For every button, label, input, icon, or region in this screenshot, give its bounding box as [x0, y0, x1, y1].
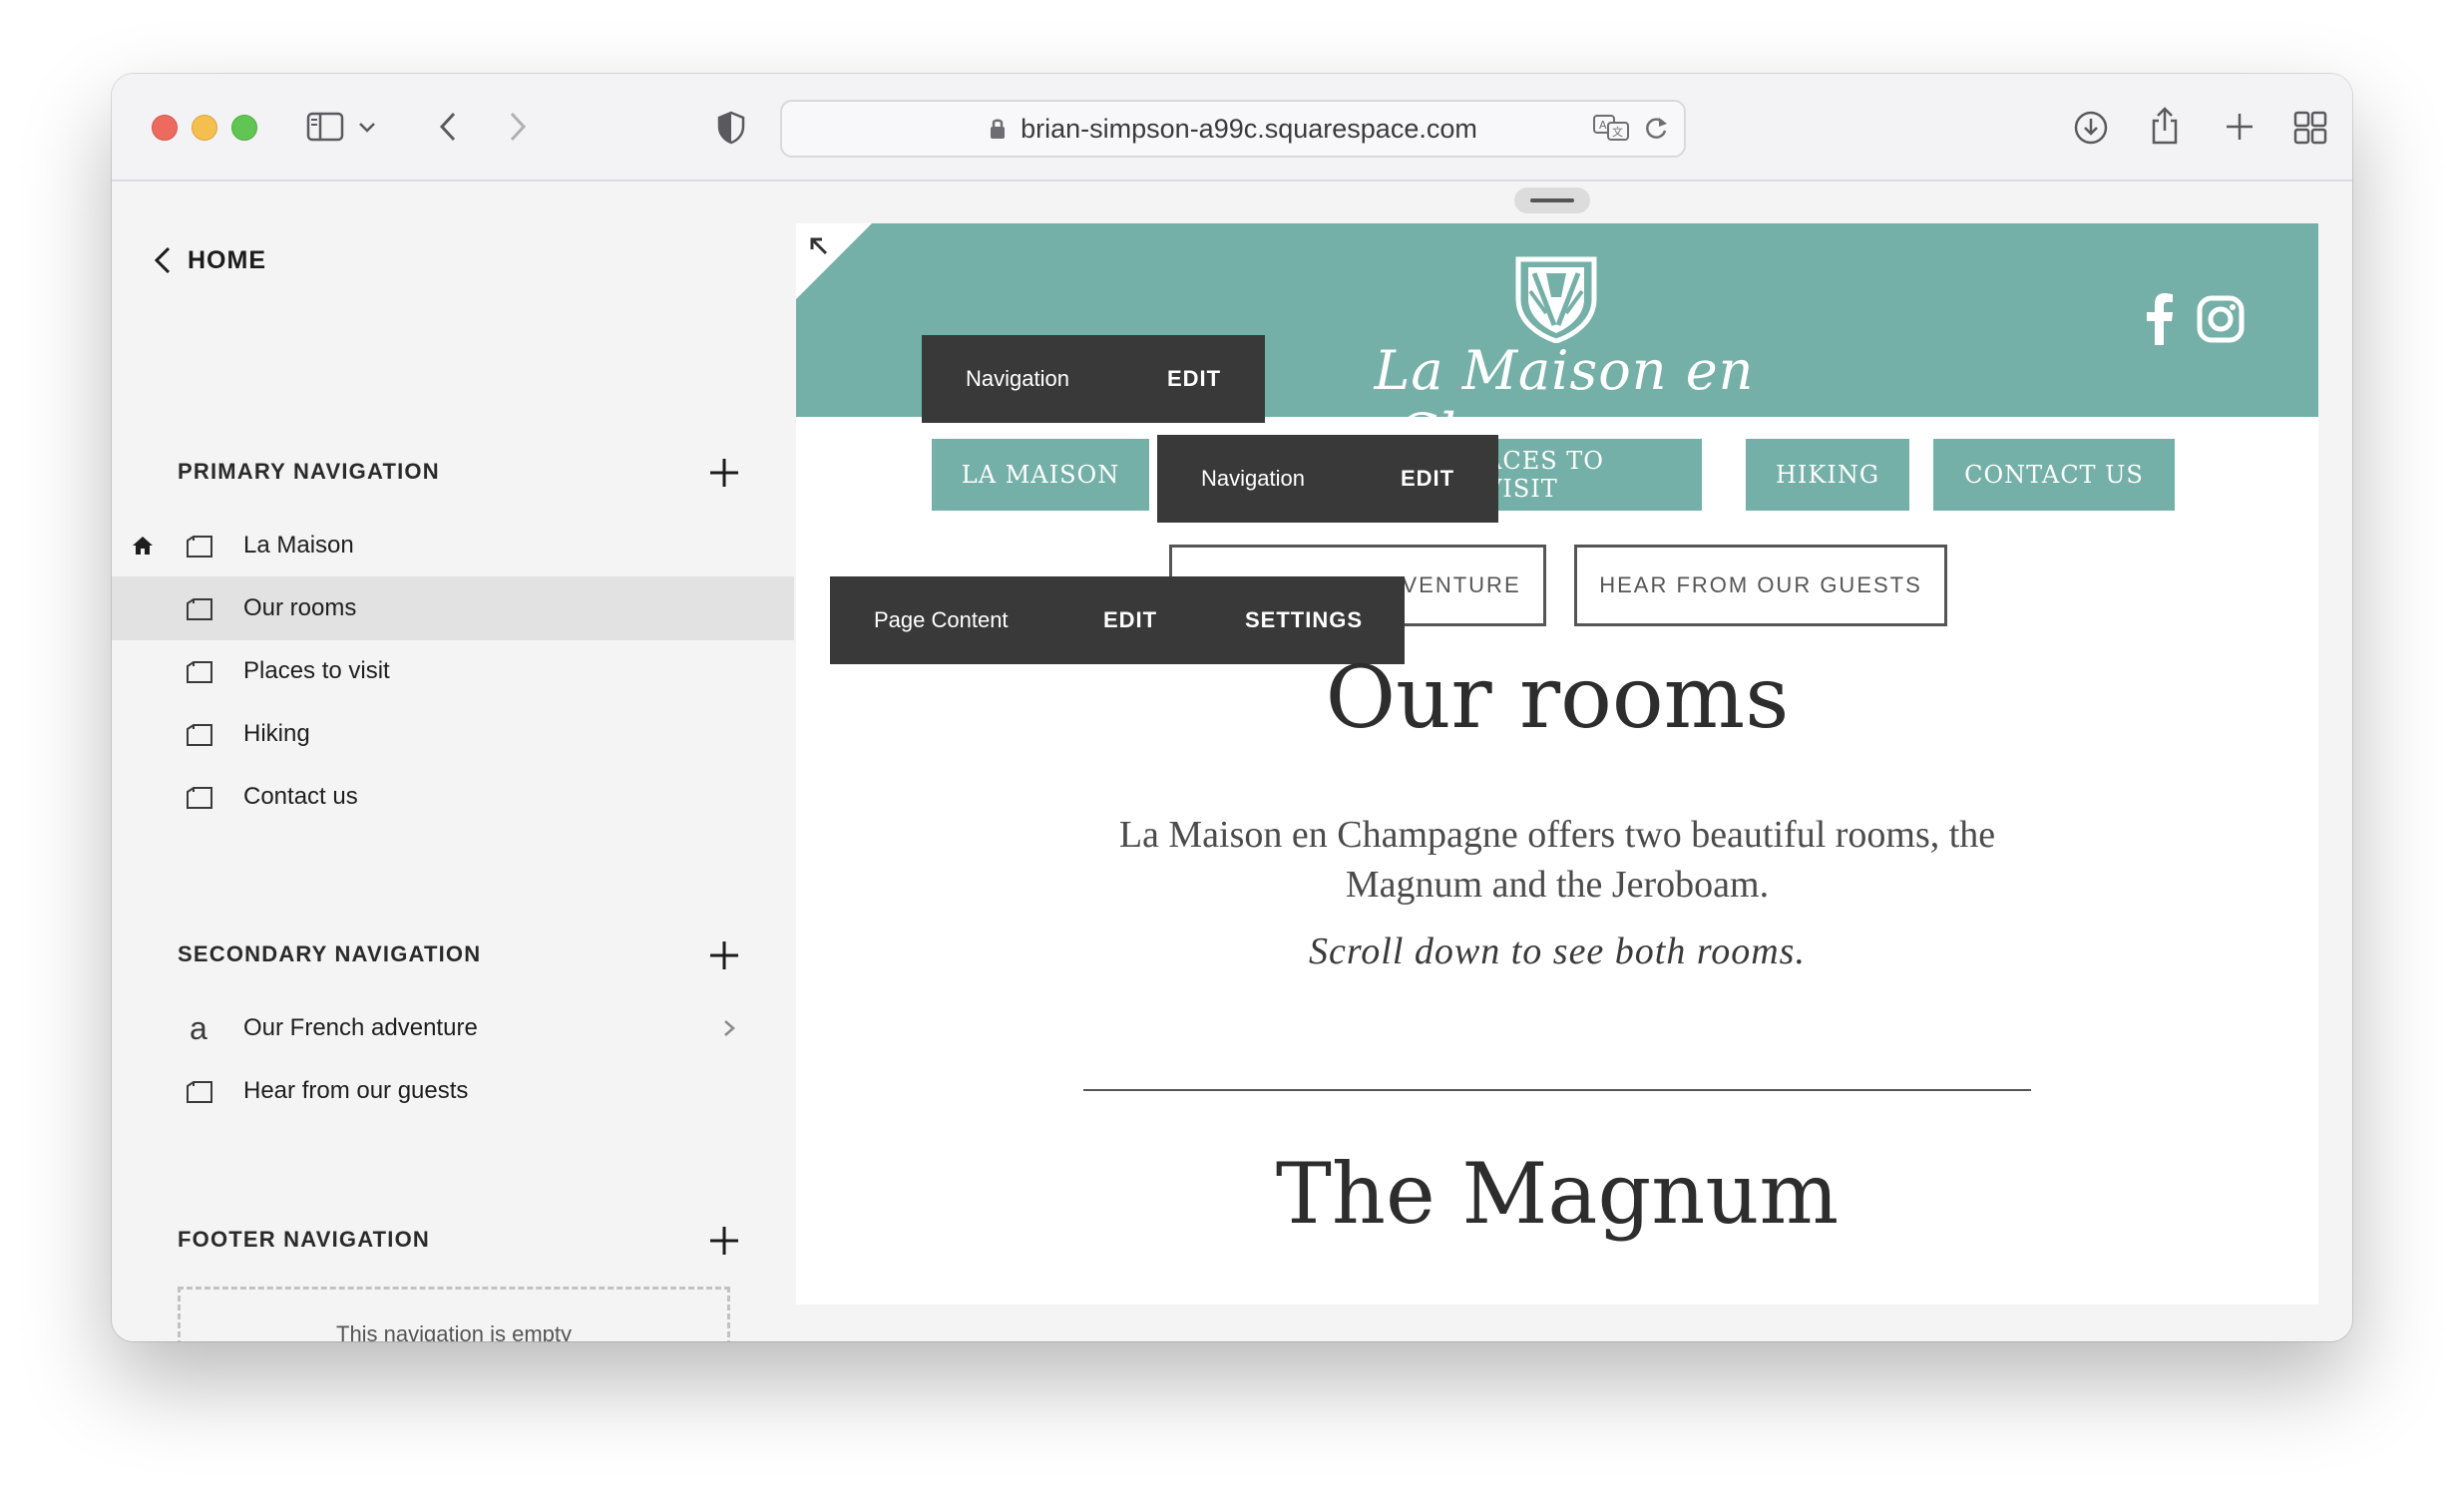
sidebar-item-label: Hiking [243, 720, 310, 747]
plus-icon [710, 459, 738, 487]
page-content-edit-button[interactable]: EDIT [1103, 607, 1157, 633]
sidebar-item-la-maison[interactable]: La Maison [112, 514, 794, 577]
menu-places-label: ACES TO VISIT [1484, 447, 1604, 503]
footer-navigation-title: FOOTER NAVIGATION [178, 1227, 431, 1252]
overlay-label: Page Content [874, 607, 1009, 632]
menu-places-to-visit[interactable]: ACES TO VISIT [1484, 439, 1702, 511]
home-label: HOME [188, 245, 266, 274]
instagram-icon[interactable] [2197, 295, 2245, 343]
sidebar-item-hiking[interactable]: Hiking [112, 702, 794, 766]
overlay-label: Navigation [1201, 466, 1305, 491]
sidebar-item-label: Our French adventure [243, 1014, 478, 1041]
sidebar-item-label: La Maison [243, 532, 354, 559]
sidebar-item-label: Contact us [243, 783, 358, 810]
page-title: Our rooms [1325, 648, 1790, 748]
page-icon [187, 724, 212, 746]
reload-icon[interactable] [1642, 114, 1670, 147]
sidebar-item-places-to-visit[interactable]: Places to visit [112, 639, 794, 703]
page-icon [187, 787, 212, 809]
menu-hiking[interactable]: HIKING [1746, 439, 1909, 511]
privacy-shield-icon[interactable] [714, 110, 748, 146]
secondary-navigation-title: SECONDARY NAVIGATION [178, 941, 482, 966]
folder-text-icon: a [190, 1010, 207, 1046]
browser-toolbar: brian-simpson-a99c.squarespace.com A文 [112, 74, 2352, 182]
primary-navigation-title: PRIMARY NAVIGATION [178, 459, 440, 484]
forward-icon[interactable] [503, 108, 533, 146]
page-icon [187, 598, 212, 620]
sidebar-item-hear-from-our-guests[interactable]: Hear from our guests [112, 1059, 794, 1123]
section-title: The Magnum [1275, 1145, 1840, 1243]
sidebar-item-our-rooms[interactable]: Our rooms [112, 576, 794, 640]
sidebar-item-our-french-adventure[interactable]: a Our French adventure [112, 996, 794, 1060]
translate-icon[interactable]: A文 [1592, 113, 1630, 148]
menu-contact-us[interactable]: CONTACT US [1933, 439, 2175, 511]
tab-overview-icon[interactable] [2292, 110, 2328, 146]
section-divider [1083, 1089, 2031, 1091]
plus-icon [710, 1227, 738, 1255]
plus-icon [710, 941, 738, 969]
new-tab-icon[interactable] [2223, 110, 2257, 144]
page-icon [187, 661, 212, 683]
svg-text:文: 文 [1612, 125, 1623, 139]
navigation-edit-button-2[interactable]: EDIT [1401, 466, 1454, 492]
zoom-window-button[interactable] [231, 115, 257, 141]
menu-la-maison[interactable]: LA MAISON [932, 439, 1149, 511]
site-preview: La Maison en Champagne LA MAISON ACES TO… [796, 223, 2318, 1304]
page-icon [187, 536, 212, 558]
add-primary-item-button[interactable] [706, 455, 742, 491]
browser-window: brian-simpson-a99c.squarespace.com A文 HO… [112, 74, 2352, 1341]
back-icon[interactable] [433, 108, 463, 146]
add-footer-item-button[interactable] [706, 1223, 742, 1259]
navigation-edit-button[interactable]: EDIT [1167, 366, 1221, 392]
preview-drag-handle[interactable] [1514, 187, 1590, 213]
page-icon [187, 1081, 212, 1103]
scroll-note: Scroll down to see both rooms. [1309, 931, 1806, 972]
sidebar-toggle-icon[interactable] [305, 110, 345, 144]
facebook-icon[interactable] [2145, 293, 2175, 345]
crest-logo-icon [1515, 256, 1597, 343]
svg-text:A: A [1599, 119, 1607, 132]
home-back-link[interactable]: HOME [152, 245, 266, 275]
navigation-sidebar: HOME PRIMARY NAVIGATION La Maison Our ro… [112, 182, 794, 1341]
sidebar-item-label: Places to visit [243, 657, 390, 684]
chevron-left-icon [154, 246, 171, 274]
minimize-window-button[interactable] [192, 115, 217, 141]
navigation-edit-overlay-1: Navigation EDIT [922, 335, 1265, 423]
menu-hear-from-our-guests[interactable]: HEAR FROM OUR GUESTS [1574, 545, 1947, 626]
share-icon[interactable] [2147, 104, 2183, 148]
url-text: brian-simpson-a99c.squarespace.com [1021, 113, 1477, 144]
overlay-label: Navigation [966, 366, 1069, 391]
page-lead-text: La Maison en Champagne offers two beauti… [1118, 814, 1996, 906]
footer-empty-placeholder: This navigation is empty [178, 1287, 730, 1341]
add-secondary-item-button[interactable] [706, 937, 742, 973]
navigation-edit-overlay-2: Navigation EDIT [1157, 435, 1498, 523]
chevron-down-icon[interactable] [355, 116, 379, 140]
page-content-settings-button[interactable]: SETTINGS [1245, 607, 1363, 633]
close-window-button[interactable] [152, 115, 178, 141]
chevron-right-icon[interactable] [722, 1018, 736, 1038]
sidebar-item-contact-us[interactable]: Contact us [112, 765, 794, 829]
collapse-arrow-icon[interactable] [808, 235, 830, 257]
download-icon[interactable] [2071, 108, 2111, 148]
address-bar[interactable]: brian-simpson-a99c.squarespace.com A文 [780, 100, 1686, 158]
home-icon [133, 537, 153, 555]
sidebar-item-label: Hear from our guests [243, 1077, 469, 1104]
sidebar-item-label: Our rooms [243, 594, 357, 621]
lock-icon [991, 119, 1006, 139]
